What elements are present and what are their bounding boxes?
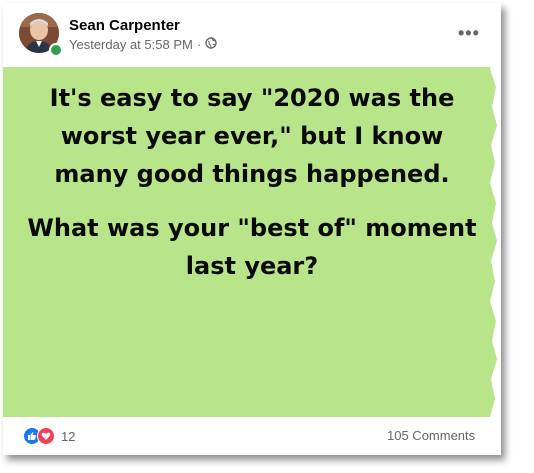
author-name[interactable]: Sean Carpenter bbox=[69, 17, 180, 34]
post-text-paragraph-1: It's easy to say "2020 was the worst yea… bbox=[49, 84, 455, 188]
online-status-dot bbox=[49, 43, 63, 57]
globe-icon[interactable] bbox=[205, 37, 217, 52]
torn-edge-right bbox=[490, 3, 501, 455]
torn-edge-bottom bbox=[3, 443, 501, 455]
post-meta: Yesterday at 5:58 PM · bbox=[69, 37, 217, 52]
more-options-button[interactable]: ••• bbox=[458, 23, 480, 44]
post-text: It's easy to say "2020 was the worst yea… bbox=[23, 79, 481, 285]
post-timestamp[interactable]: Yesterday at 5:58 PM bbox=[69, 37, 193, 52]
post-text-paragraph-2: What was your "best of" moment last year… bbox=[27, 214, 477, 280]
meta-separator: · bbox=[196, 37, 202, 52]
facebook-post-card: Sean Carpenter Yesterday at 5:58 PM · ••… bbox=[3, 3, 501, 455]
post-header: Sean Carpenter Yesterday at 5:58 PM · ••… bbox=[3, 3, 501, 65]
